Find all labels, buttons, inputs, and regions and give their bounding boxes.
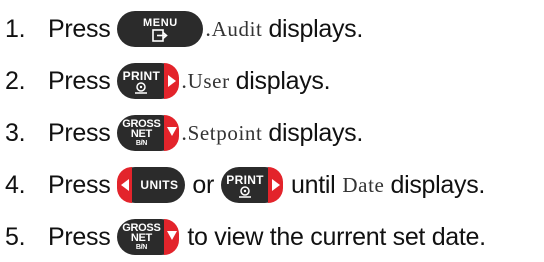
print-target-icon [135,81,148,94]
right-arrow-icon [272,179,281,191]
units-key-label: UNITS [140,178,179,192]
until-text: until [291,170,336,199]
display-text: Date [342,172,385,197]
after-text: displays. [390,170,486,199]
print-key-accent [268,167,284,203]
step-number: 3. [5,118,26,147]
step-4: 4. Press UNITS or PRINT until Date displ… [0,165,485,205]
display-text: Setpoint [187,120,263,145]
step-3: 3. Press GROSS NET B/N . Setpoint displa… [0,113,363,153]
gross-net-key: GROSS NET B/N [117,219,180,255]
print-key-label: PRINT [122,68,161,83]
gross-key-accent [164,115,180,151]
after-text: to view the current set date. [187,222,486,251]
print-key-accent [164,63,180,99]
gross-key-label: GROSS [122,117,161,130]
after-text: displays. [268,118,363,147]
after-text: displays. [268,14,364,43]
step-number: 2. [5,66,26,95]
after-text: displays. [235,66,331,95]
or-text: or [192,170,215,199]
menu-key-label: MENU [143,17,178,29]
gross-net-key: GROSS NET B/N [117,115,180,151]
gross-key-label: GROSS [122,221,161,234]
bn-key-label: B/N [135,243,147,251]
right-arrow-icon [168,75,177,87]
bn-key-label: B/N [135,139,147,147]
step-number: 4. [5,170,26,199]
print-key: PRINT [117,63,180,99]
units-key: UNITS [117,167,186,203]
print-key-label: PRINT [226,172,264,187]
display-text: User [187,68,230,93]
instruction-steps: 1. Press MENU . Audit displays. 2. Press… [0,0,544,262]
down-arrow-icon [167,231,178,240]
step-number: 5. [5,222,26,251]
press-text: Press [48,222,111,251]
net-key-label: NET [130,127,152,140]
step-5: 5. Press GROSS NET B/N to view the curre… [0,217,486,257]
press-text: Press [48,170,111,199]
display-text: Audit [211,16,263,41]
menu-key: MENU [117,11,204,47]
left-arrow-icon [121,179,130,191]
net-key-label: NET [130,231,152,244]
step-2: 2. Press PRINT . User displays. [0,61,331,101]
press-text: Press [48,118,111,147]
press-text: Press [48,14,111,43]
down-arrow-icon [167,127,178,136]
press-text: Press [48,66,111,95]
print-target-icon [239,185,252,198]
step-1: 1. Press MENU . Audit displays. [0,9,363,49]
print-key: PRINT [221,167,284,203]
gross-key-accent [164,219,180,255]
exit-arrow-icon [152,29,169,42]
step-number: 1. [5,14,26,43]
units-key-accent [117,167,133,203]
